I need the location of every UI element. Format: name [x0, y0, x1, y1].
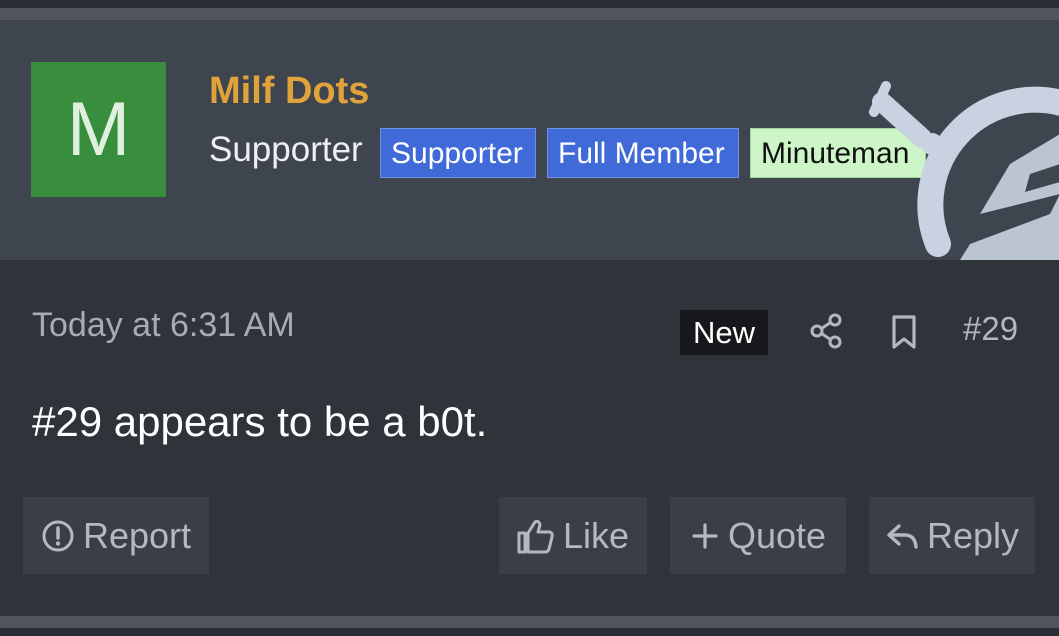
site-watermark-logo [869, 81, 1059, 260]
reply-button[interactable]: Reply [869, 497, 1035, 574]
plus-icon [692, 522, 718, 549]
reply-label: Reply [926, 515, 1020, 556]
quote-button[interactable]: Quote [670, 497, 846, 574]
alert-circle-icon [42, 520, 74, 551]
message-user-header: M Milf Dots Supporter Supporter Full Mem… [0, 20, 1059, 260]
bookmark-icon[interactable] [884, 312, 924, 352]
report-button[interactable]: Report [23, 497, 209, 574]
top-divider [0, 8, 1059, 20]
bottom-border [0, 628, 1059, 636]
quote-label: Quote [727, 515, 827, 556]
thumbs-up-icon [517, 519, 554, 553]
reply-arrow-icon [887, 523, 918, 549]
message-body: #29 appears to be a b0t. [32, 398, 488, 445]
avatar[interactable]: M [31, 62, 166, 197]
username-link[interactable]: Milf Dots [209, 70, 369, 113]
share-icon[interactable] [806, 311, 846, 351]
user-banner-supporter: Supporter [380, 128, 536, 178]
report-label: Report [82, 515, 192, 556]
new-badge: New [680, 310, 768, 355]
bottom-divider [0, 616, 1059, 628]
user-title: Supporter [209, 130, 363, 169]
like-button[interactable]: Like [499, 497, 647, 574]
user-banner-full-member: Full Member [547, 128, 739, 178]
like-label: Like [562, 515, 630, 556]
post-number-link[interactable]: #29 [963, 310, 1018, 348]
top-border [0, 0, 1059, 8]
message-date[interactable]: Today at 6:31 AM [32, 306, 295, 345]
